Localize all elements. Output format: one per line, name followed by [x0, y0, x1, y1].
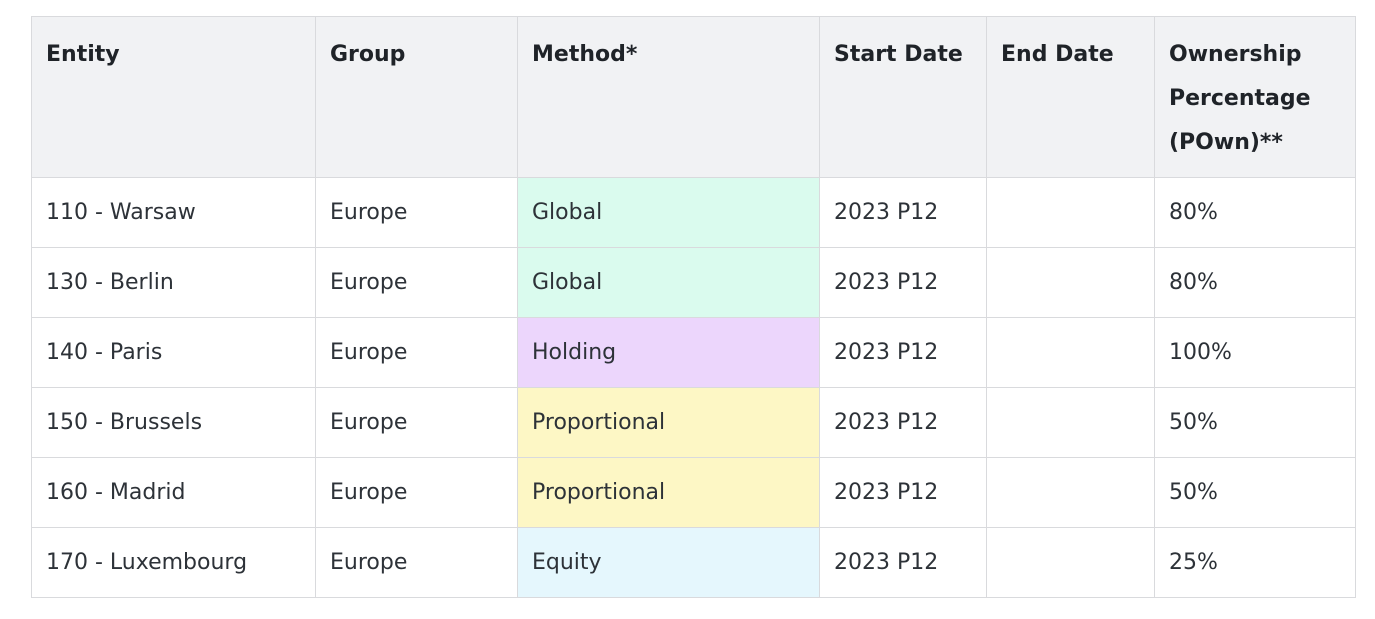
cell-method: Holding [517, 317, 820, 388]
cell-end-date [986, 387, 1155, 458]
cell-start-date: 2023 P12 [819, 317, 987, 388]
table-row: 150 - Brussels Europe Proportional 2023 … [31, 387, 1356, 458]
header-start-date: Start Date [819, 16, 987, 178]
cell-entity: 110 - Warsaw [31, 177, 316, 248]
cell-group: Europe [315, 457, 518, 528]
cell-start-date: 2023 P12 [819, 457, 987, 528]
cell-method: Proportional [517, 457, 820, 528]
cell-end-date [986, 457, 1155, 528]
header-ownership-percentage: Ownership Percentage (POwn)** [1154, 16, 1356, 178]
cell-method: Global [517, 177, 820, 248]
cell-group: Europe [315, 177, 518, 248]
cell-ownership: 100% [1154, 317, 1356, 388]
table-row: 140 - Paris Europe Holding 2023 P12 100% [31, 317, 1356, 388]
cell-entity: 150 - Brussels [31, 387, 316, 458]
table-row: 130 - Berlin Europe Global 2023 P12 80% [31, 247, 1356, 318]
table-row: 170 - Luxembourg Europe Equity 2023 P12 … [31, 527, 1356, 598]
cell-end-date [986, 247, 1155, 318]
cell-start-date: 2023 P12 [819, 527, 987, 598]
cell-ownership: 50% [1154, 457, 1356, 528]
cell-entity: 170 - Luxembourg [31, 527, 316, 598]
table-row: 110 - Warsaw Europe Global 2023 P12 80% [31, 177, 1356, 248]
cell-entity: 140 - Paris [31, 317, 316, 388]
cell-method: Global [517, 247, 820, 318]
cell-ownership: 80% [1154, 177, 1356, 248]
header-entity: Entity [31, 16, 316, 178]
consolidation-table: Entity Group Method* Start Date End Date… [31, 16, 1356, 598]
cell-start-date: 2023 P12 [819, 177, 987, 248]
cell-entity: 160 - Madrid [31, 457, 316, 528]
cell-group: Europe [315, 387, 518, 458]
header-group: Group [315, 16, 518, 178]
cell-method: Equity [517, 527, 820, 598]
cell-group: Europe [315, 527, 518, 598]
table-row: 160 - Madrid Europe Proportional 2023 P1… [31, 457, 1356, 528]
cell-group: Europe [315, 317, 518, 388]
cell-ownership: 50% [1154, 387, 1356, 458]
header-row: Entity Group Method* Start Date End Date… [31, 16, 1356, 178]
cell-end-date [986, 527, 1155, 598]
cell-method: Proportional [517, 387, 820, 458]
cell-start-date: 2023 P12 [819, 247, 987, 318]
header-method: Method* [517, 16, 820, 178]
cell-end-date [986, 177, 1155, 248]
cell-start-date: 2023 P12 [819, 387, 987, 458]
header-end-date: End Date [986, 16, 1155, 178]
table-container: Entity Group Method* Start Date End Date… [31, 16, 1356, 598]
cell-ownership: 80% [1154, 247, 1356, 318]
cell-group: Europe [315, 247, 518, 318]
cell-entity: 130 - Berlin [31, 247, 316, 318]
cell-ownership: 25% [1154, 527, 1356, 598]
cell-end-date [986, 317, 1155, 388]
